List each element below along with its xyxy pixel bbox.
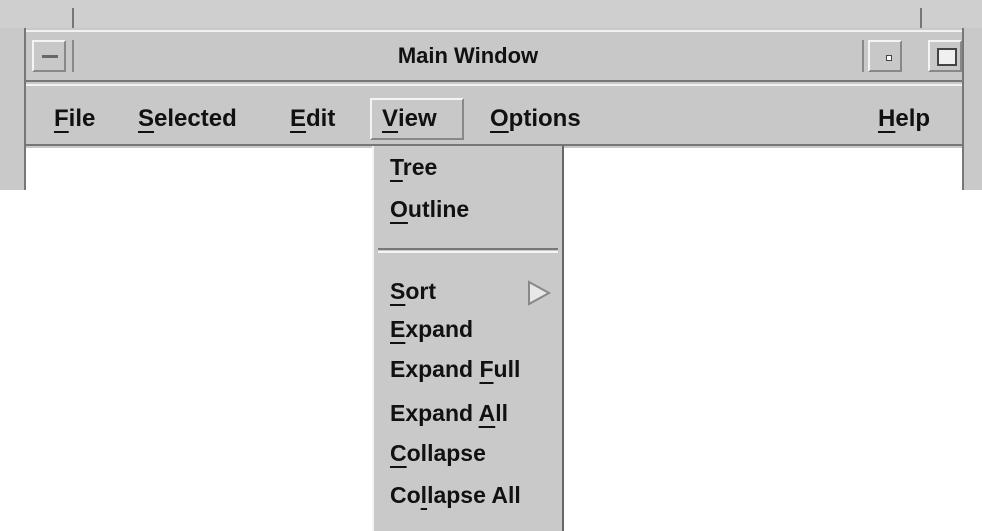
menuitem-expand-rest: xpand — [405, 316, 474, 342]
menu-bar: File Selected Edit View Options Help — [26, 84, 962, 146]
maximize-icon — [937, 48, 957, 66]
menu-selected-rest: elected — [154, 105, 237, 132]
menu-selected[interactable]: Selected — [128, 98, 247, 140]
menuitem-collapse-all-pre: Co — [390, 482, 421, 508]
menuitem-expand-all-rest: ll — [495, 400, 509, 426]
menu-edit-rest: dit — [306, 105, 336, 132]
menuitem-expand-full-pre: Expand — [390, 356, 480, 382]
menuitem-expand[interactable]: Expand — [390, 314, 473, 344]
menuitem-sort-rest: ort — [405, 278, 437, 304]
menu-options-rest: ptions — [508, 105, 581, 132]
menuitem-collapse-rest: ollapse — [406, 440, 486, 466]
menuitem-outline-rest: utline — [407, 196, 470, 222]
menuitem-expand-all-mnemonic: A — [478, 400, 496, 426]
menuitem-collapse-all[interactable]: Collapse All — [390, 480, 521, 510]
window-title: Main Window — [397, 43, 539, 68]
window-menu-button[interactable] — [32, 40, 66, 72]
menuitem-outline-mnemonic: O — [390, 196, 408, 222]
menu-view-mnemonic: V — [382, 105, 399, 132]
minimize-icon — [886, 55, 892, 61]
menuitem-sort-mnemonic: S — [390, 278, 406, 304]
menuitem-sort[interactable]: Sort — [390, 276, 436, 306]
menu-options[interactable]: Options — [480, 98, 591, 140]
menu-edit[interactable]: Edit — [280, 98, 345, 140]
menuitem-expand-all[interactable]: Expand All — [390, 398, 508, 428]
menuitem-tree-rest: ree — [402, 154, 438, 180]
window-menu-icon — [42, 55, 58, 58]
menu-view[interactable]: View — [370, 98, 464, 140]
menuitem-expand-all-pre: Expand — [390, 400, 479, 426]
menu-options-mnemonic: O — [490, 105, 509, 132]
menu-help[interactable]: Help — [868, 98, 940, 140]
menu-file-rest: ile — [68, 105, 96, 132]
title-bar[interactable]: Main Window — [26, 30, 962, 82]
menuitem-expand-full[interactable]: Expand Full — [390, 354, 520, 384]
menu-file-mnemonic: F — [54, 105, 69, 132]
menuitem-collapse-all-rest: lapse All — [427, 482, 521, 508]
menuitem-outline[interactable]: Outline — [390, 194, 469, 224]
menuitem-expand-full-rest: ull — [493, 356, 521, 382]
menuitem-collapse[interactable]: Collapse — [390, 438, 486, 468]
menuitem-expand-full-mnemonic: F — [479, 356, 494, 382]
window-frame-top — [0, 0, 982, 28]
menuitem-expand-mnemonic: E — [390, 316, 406, 342]
cascade-arrow-icon — [528, 280, 552, 306]
menu-separator — [378, 248, 558, 253]
maximize-button[interactable] — [928, 40, 962, 72]
window-frame-right[interactable] — [962, 28, 982, 190]
menuitem-tree[interactable]: Tree — [390, 152, 437, 182]
menu-selected-mnemonic: S — [138, 105, 155, 132]
menuitem-tree-mnemonic: T — [390, 154, 403, 180]
window-frame-left[interactable] — [0, 28, 26, 190]
menu-help-mnemonic: H — [878, 105, 896, 132]
menu-help-rest: elp — [895, 105, 931, 132]
menu-file[interactable]: File — [44, 98, 105, 140]
menu-edit-mnemonic: E — [290, 105, 307, 132]
menu-view-rest: iew — [398, 105, 437, 132]
title-bar-label-area[interactable]: Main Window — [72, 40, 864, 72]
menuitem-collapse-mnemonic: C — [390, 440, 407, 466]
view-dropdown-menu: Tree Outline Sort Expand Expand Full Exp… — [372, 146, 564, 531]
minimize-button[interactable] — [868, 40, 902, 72]
